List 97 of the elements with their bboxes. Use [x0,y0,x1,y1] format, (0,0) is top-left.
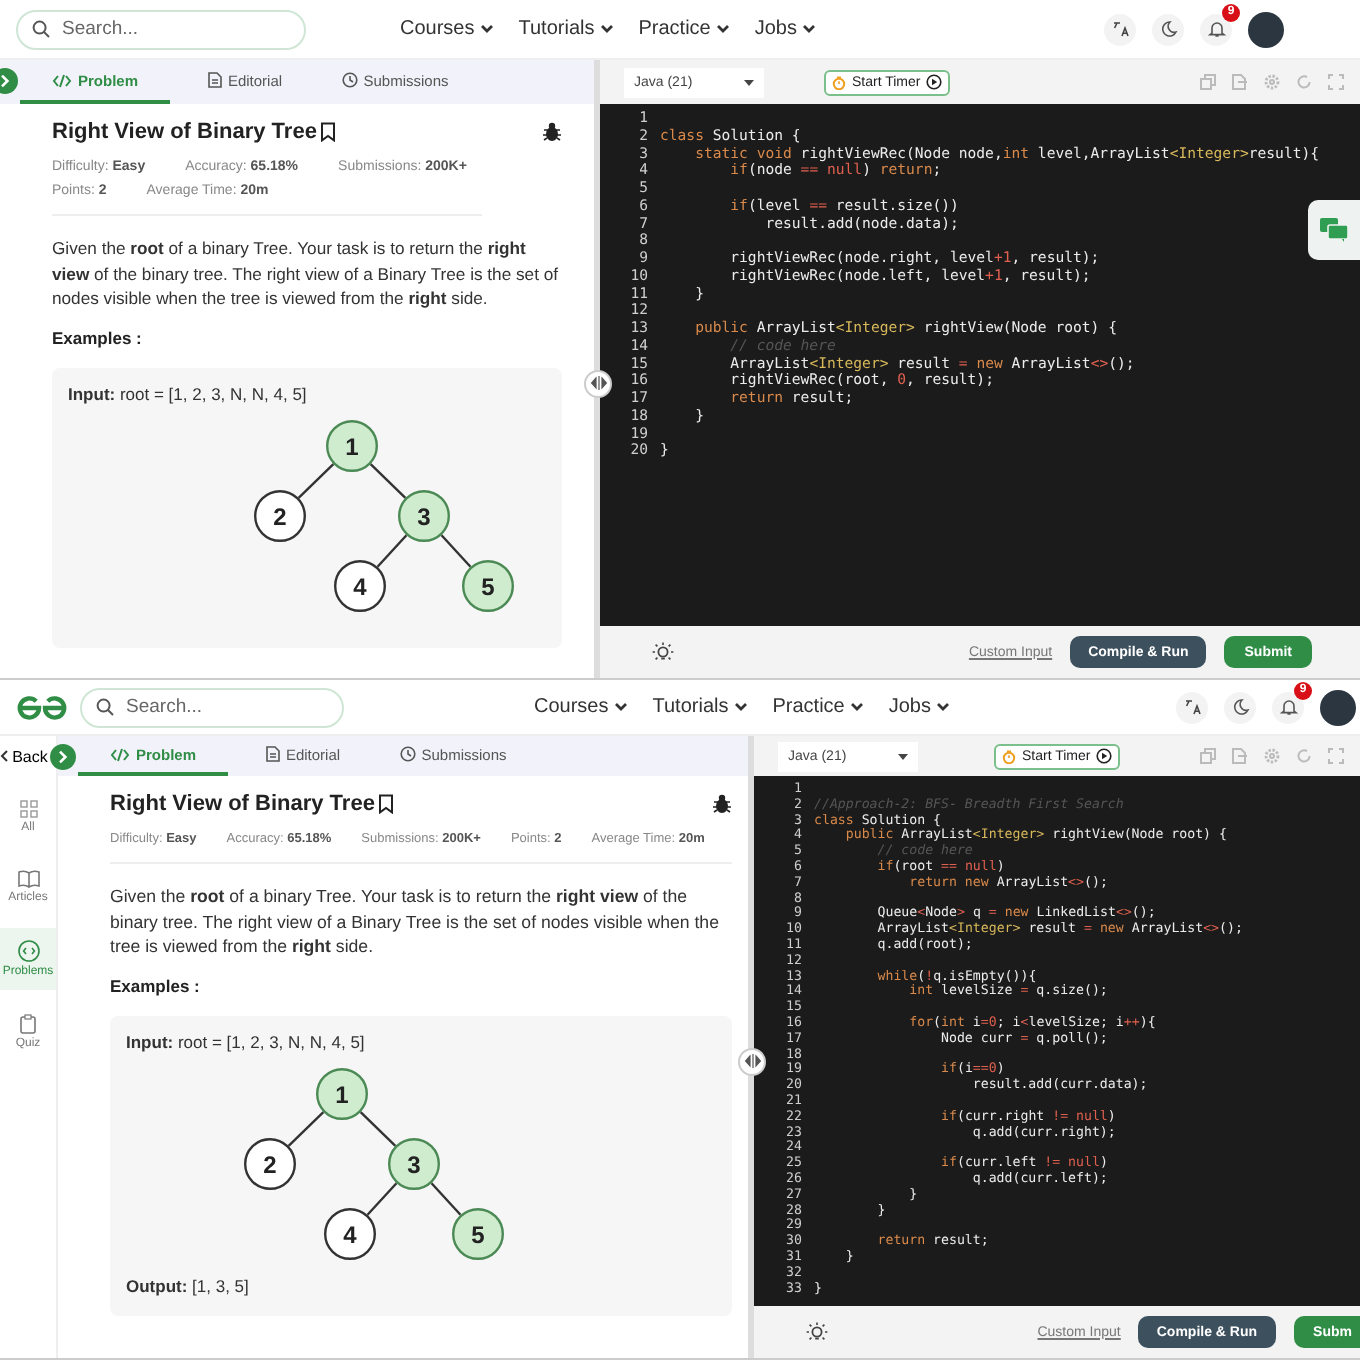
examples-heading: Examples : [110,975,202,995]
caret-icon [898,753,908,759]
tree-edge [287,1110,325,1146]
search-field[interactable]: Search... [80,687,344,727]
tree-edge [366,1181,398,1215]
translate-icon [1183,698,1201,716]
document-icon [207,72,222,88]
theme-button[interactable] [1224,691,1256,723]
code-icon [51,73,72,87]
chevron-icon [614,702,629,712]
tree-node: 1 [316,1067,368,1119]
clock-icon [341,72,358,88]
clipboard-icon [20,1014,36,1034]
code-editor[interactable] [600,104,1360,626]
notifications-button[interactable] [1200,13,1232,45]
search-icon [32,20,50,38]
logo-icon[interactable] [16,693,68,721]
nav-menu[interactable]: Jobs [888,696,951,718]
code-icon [109,747,130,761]
examples-heading: Examples : [52,327,144,347]
search-field[interactable]: Search... [16,9,306,49]
problem-title: Right View of Binary Tree [52,120,317,144]
tree-edge [376,533,408,567]
translate-icon [1111,20,1129,38]
chevron-right-icon [0,74,10,88]
play-icon [926,74,943,90]
nav-menu[interactable]: Courses [534,696,629,718]
theme-button[interactable] [1152,13,1184,45]
example-input-label: Input: root = [1, 2, 3, N, N, 4, 5] [126,1031,367,1051]
lightbulb-icon[interactable] [652,641,674,663]
chat-bubbles-icon [1320,218,1348,242]
bug-icon[interactable] [712,794,732,814]
chevron-icon [600,24,615,34]
language-button[interactable] [1104,13,1136,45]
tree-edge [430,1181,462,1215]
tree-node: 4 [334,559,386,611]
moon-icon [1231,698,1249,716]
avatar[interactable] [1320,689,1356,725]
play-icon [1096,748,1113,764]
lightbulb-icon[interactable] [806,1321,828,1343]
caret-icon [744,79,754,85]
chevron-right-icon [58,750,68,764]
bug-icon[interactable] [542,122,562,142]
chevron-icon [802,24,817,34]
tree-edge [359,1110,397,1146]
resize-handle[interactable] [738,1047,766,1075]
bell-icon [1279,698,1297,716]
chevron-icon [716,24,731,34]
problem-description: Given the root of a binary Tree. Your task is to return the right view of the binary tree. The right view of a Binary Tree is the set of nodes visible when the tree is viewed from the right side. [52,236,561,311]
document-icon [265,746,280,762]
code-circle-icon [17,940,39,962]
tree-node: 1 [326,419,378,471]
chat-button[interactable] [1308,200,1360,260]
split-arrows-icon [743,1054,761,1068]
tree-node: 2 [254,489,306,541]
nav-menu[interactable]: Jobs [754,18,817,40]
nav-menu[interactable]: Practice [772,696,865,718]
example-output-label: Output: [1, 3, 5] [126,1275,251,1295]
grid-icon [19,800,37,818]
bell-icon [1207,20,1225,38]
chevron-icon [480,24,495,34]
tree-node: 3 [398,489,450,541]
split-arrows-icon [589,376,607,390]
tree-node: 5 [452,1207,504,1259]
example-input-label: Input: root = [1, 2, 3, N, N, 4, 5] [68,383,309,403]
expand-button[interactable] [50,744,76,770]
bookmark-icon[interactable] [320,122,337,142]
nav-menu[interactable]: Tutorials [518,18,615,40]
chevron-left-icon [0,750,9,762]
tree-node: 4 [324,1207,376,1259]
stopwatch-icon [1002,749,1016,763]
problem-title: Right View of Binary Tree [110,792,375,816]
tree-node: 2 [244,1137,296,1189]
nav-menu[interactable]: Tutorials [652,696,749,718]
notifications-button[interactable] [1272,691,1304,723]
nav-menu[interactable]: Courses [400,18,495,40]
book-icon [17,870,39,888]
moon-icon [1159,20,1177,38]
tree-edge [369,462,407,498]
code-editor[interactable] [754,776,1360,1306]
search-icon [96,698,114,716]
tree-node: 5 [462,559,514,611]
chevron-icon [850,702,865,712]
tree-node: 3 [388,1137,440,1189]
nav-menu[interactable]: Practice [638,18,731,40]
clock-icon [399,746,416,762]
tree-edge [297,462,335,498]
chevron-icon [734,702,749,712]
bookmark-icon[interactable] [378,794,395,814]
language-button[interactable] [1176,691,1208,723]
stopwatch-icon [832,75,846,89]
resize-handle[interactable] [584,369,612,397]
tree-edge [440,533,472,567]
avatar[interactable] [1248,11,1284,47]
chevron-icon [936,702,951,712]
problem-description: Given the root of a binary Tree. Your task is to return the right view of the binary tree. The right view of a Binary Tree is the set of nodes visible when the tree is viewed from the right side. [110,884,721,959]
back-button[interactable]: Back [0,736,48,776]
